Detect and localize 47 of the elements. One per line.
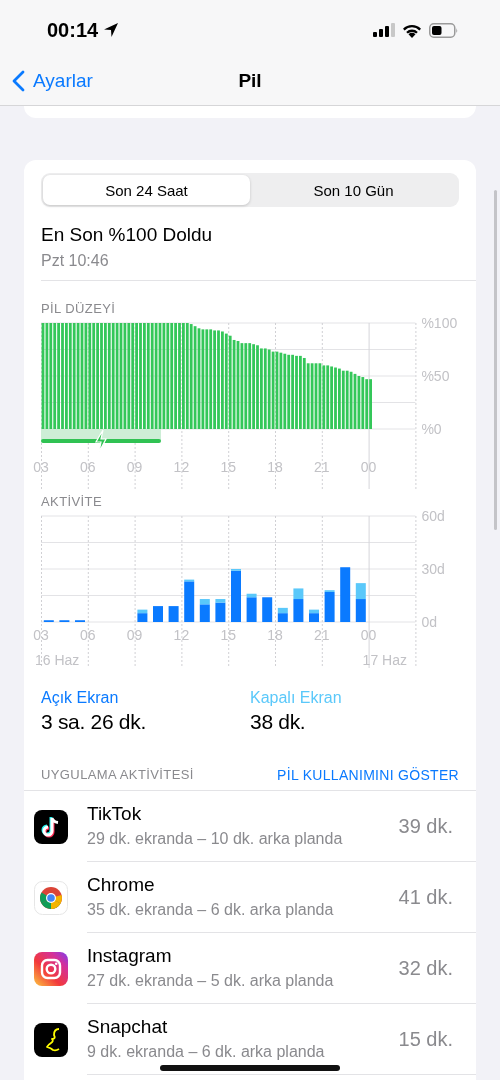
app-usage-total: 32 dk. (398, 956, 453, 980)
section-header: AKTİVİTE (41, 494, 103, 510)
legend-label: Kapalı Ekran (250, 688, 343, 708)
date-label: 16 Haz (35, 652, 80, 668)
axis-label: 09 (126, 627, 143, 643)
axis-label: 12 (173, 459, 190, 475)
axis-label: 03 (33, 459, 49, 475)
total-duration: 3 sa. 26 dk. (41, 709, 147, 735)
app-usage-detail: 9 dk. ekranda – 6 dk. arka planda (87, 1042, 326, 1062)
axis-label: 00 (360, 627, 377, 643)
axis-label: %100 (421, 317, 458, 331)
axis-label: %0 (421, 421, 442, 437)
app-usage-total: 39 dk. (398, 814, 453, 838)
app-name: Snapchat (87, 1015, 169, 1039)
axis-label: 00 (360, 459, 377, 475)
axis-label: 18 (267, 459, 283, 475)
axis-label: 30d (421, 561, 445, 577)
app-usage-total: 41 dk. (398, 885, 453, 909)
app-usage-detail: 27 dk. ekranda – 5 dk. arka planda (87, 971, 335, 991)
last-charge-title: En Son %100 Doldu (41, 223, 214, 247)
axis-label: %50 (421, 368, 450, 384)
app-usage-total: 15 dk. (398, 1027, 453, 1051)
axis-label: 0d (421, 614, 437, 630)
section-header: UYGULAMA AKTİVİTESİ (41, 767, 194, 783)
total-duration: 38 dk. (250, 709, 307, 735)
axis-label: 21 (314, 627, 330, 643)
app-name: TikTok (87, 802, 143, 826)
app-name: Instagram (87, 944, 173, 968)
legend-label: Açık Ekran (41, 688, 120, 708)
axis-label: 18 (267, 627, 283, 643)
axis-label: 21 (314, 459, 330, 475)
clock-time: 00:14 (47, 18, 99, 42)
axis-label: 60d (421, 510, 445, 524)
axis-label: 06 (80, 459, 96, 475)
section-header: PİL DÜZEYİ (41, 301, 117, 317)
app-name: Chrome (87, 873, 156, 897)
axis-label: 03 (33, 627, 49, 643)
axis-label: 06 (80, 627, 96, 643)
axis-label: 09 (126, 459, 143, 475)
page-title: Pil (238, 69, 262, 93)
app-usage-detail: 29 dk. ekranda – 10 dk. arka planda (87, 829, 344, 849)
date-label: 17 Haz (362, 652, 407, 668)
axis-label: 15 (220, 627, 236, 643)
axis-label: 15 (220, 459, 236, 475)
last-charge-time: Pzt 10:46 (41, 251, 110, 271)
axis-label: 12 (173, 627, 190, 643)
app-usage-detail: 35 dk. ekranda – 6 dk. arka planda (87, 900, 335, 920)
